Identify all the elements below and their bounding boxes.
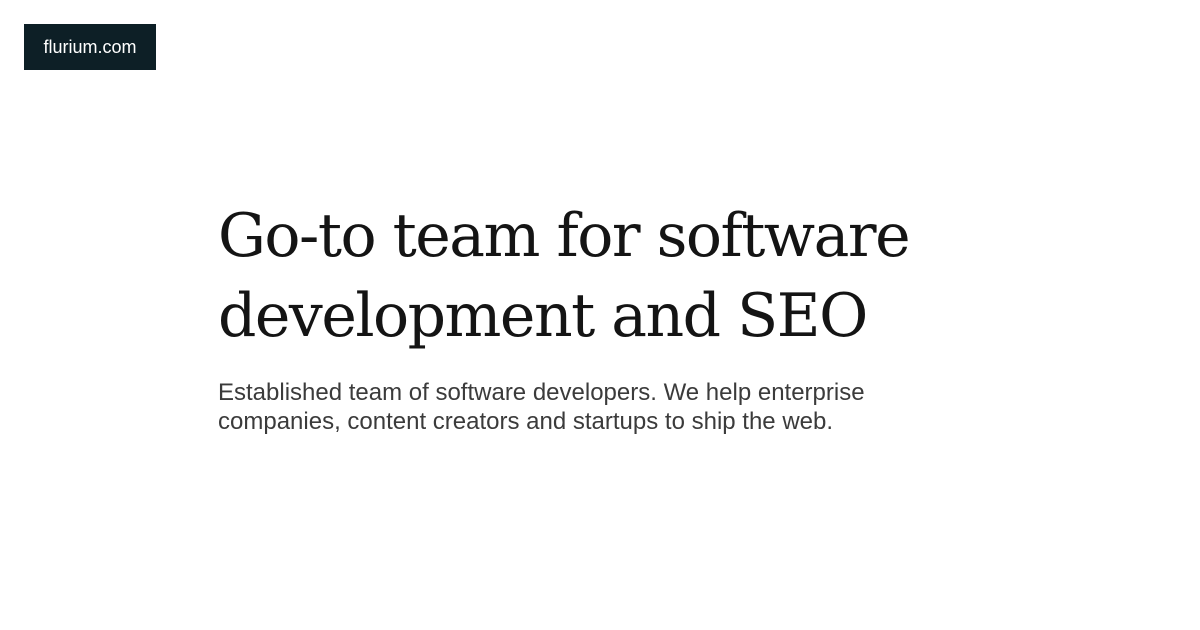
- brand-badge-link[interactable]: flurium.com: [24, 24, 156, 70]
- og-image-page: flurium.com Go-to team for software deve…: [0, 0, 1200, 630]
- hero-title: Go-to team for software development and …: [218, 201, 911, 351]
- hero-section: Go-to team for software development and …: [218, 196, 978, 436]
- hero-subtitle: Established team of software developers.…: [218, 379, 865, 435]
